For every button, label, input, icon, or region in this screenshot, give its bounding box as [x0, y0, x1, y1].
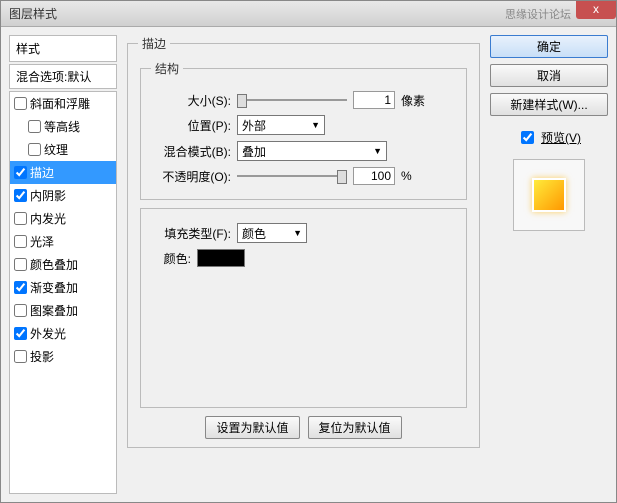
position-label: 位置(P): [151, 117, 231, 134]
cancel-button[interactable]: 取消 [490, 64, 608, 87]
style-checkbox[interactable] [14, 235, 27, 248]
style-item[interactable]: 投影 [10, 345, 116, 368]
style-item[interactable]: 外发光 [10, 322, 116, 345]
position-row: 位置(P): 外部 ▼ [151, 115, 456, 135]
style-item[interactable]: 描边 [10, 161, 116, 184]
style-label: 颜色叠加 [30, 256, 78, 273]
style-checkbox[interactable] [14, 189, 27, 202]
size-label: 大小(S): [151, 92, 231, 109]
layer-style-dialog: 图层样式 思缘设计论坛 x 样式 混合选项:默认 斜面和浮雕等高线纹理描边内阴影… [0, 0, 617, 503]
chevron-down-icon: ▼ [373, 146, 382, 156]
style-item[interactable]: 纹理 [10, 138, 116, 161]
style-item[interactable]: 渐变叠加 [10, 276, 116, 299]
new-style-label: 新建样式(W)... [510, 98, 587, 112]
style-label: 外发光 [30, 325, 66, 342]
style-label: 内阴影 [30, 187, 66, 204]
blend-row: 混合模式(B): 叠加 ▼ [151, 141, 456, 161]
fill-type-value: 颜色 [242, 225, 266, 242]
new-style-button[interactable]: 新建样式(W)... [490, 93, 608, 116]
ok-button[interactable]: 确定 [490, 35, 608, 58]
style-checkbox[interactable] [14, 281, 27, 294]
titlebar: 图层样式 思缘设计论坛 x [1, 1, 616, 27]
style-checkbox[interactable] [28, 143, 41, 156]
preview-toggle[interactable]: 预览(V) [490, 128, 608, 147]
style-item[interactable]: 图案叠加 [10, 299, 116, 322]
blend-dropdown[interactable]: 叠加 ▼ [237, 141, 387, 161]
panel-title: 描边 [138, 35, 170, 52]
fill-fieldset: 填充类型(F): 颜色 ▼ 颜色: [140, 208, 467, 408]
size-slider[interactable] [237, 92, 347, 108]
fill-type-row: 填充类型(F): 颜色 ▼ [151, 223, 456, 243]
size-input[interactable] [353, 91, 395, 109]
style-checkbox[interactable] [14, 350, 27, 363]
fill-type-dropdown[interactable]: 颜色 ▼ [237, 223, 307, 243]
style-label: 内发光 [30, 210, 66, 227]
chevron-down-icon: ▼ [293, 228, 302, 238]
style-item[interactable]: 斜面和浮雕 [10, 92, 116, 115]
style-item[interactable]: 内发光 [10, 207, 116, 230]
chevron-down-icon: ▼ [311, 120, 320, 130]
style-label: 描边 [30, 164, 54, 181]
set-default-button[interactable]: 设置为默认值 [205, 416, 299, 439]
opacity-label: 不透明度(O): [151, 168, 231, 185]
preview-checkbox[interactable] [521, 131, 534, 144]
style-label: 斜面和浮雕 [30, 95, 90, 112]
style-checkbox[interactable] [14, 97, 27, 110]
style-checkbox[interactable] [14, 212, 27, 225]
preview-label: 预览(V) [541, 129, 581, 146]
preview-icon [532, 178, 566, 212]
default-buttons: 设置为默认值 复位为默认值 [138, 416, 469, 439]
position-value: 外部 [242, 117, 266, 134]
blend-label: 混合模式(B): [151, 143, 231, 160]
style-label: 投影 [30, 348, 54, 365]
style-label: 图案叠加 [30, 302, 78, 319]
style-checkbox[interactable] [14, 327, 27, 340]
reset-default-button[interactable]: 复位为默认值 [308, 416, 402, 439]
close-button[interactable]: x [576, 1, 616, 19]
position-dropdown[interactable]: 外部 ▼ [237, 115, 325, 135]
preview-box [513, 159, 585, 231]
middle-panel: 描边 结构 大小(S): 像素 位置(P): 外部 ▼ [125, 35, 482, 494]
style-item[interactable]: 等高线 [10, 115, 116, 138]
color-row: 颜色: [151, 249, 456, 267]
blend-options[interactable]: 混合选项:默认 [9, 64, 117, 89]
style-checkbox[interactable] [14, 166, 27, 179]
structure-title: 结构 [151, 60, 183, 77]
style-checkbox[interactable] [14, 304, 27, 317]
watermark: 思缘设计论坛 [505, 6, 571, 22]
style-item[interactable]: 颜色叠加 [10, 253, 116, 276]
style-item[interactable]: 内阴影 [10, 184, 116, 207]
styles-header[interactable]: 样式 [9, 35, 117, 62]
styles-list: 斜面和浮雕等高线纹理描边内阴影内发光光泽颜色叠加渐变叠加图案叠加外发光投影 [9, 91, 117, 494]
size-unit: 像素 [401, 92, 425, 109]
style-label: 等高线 [44, 118, 80, 135]
opacity-row: 不透明度(O): % [151, 167, 456, 185]
color-swatch[interactable] [197, 249, 245, 267]
color-label: 颜色: [151, 250, 191, 267]
stroke-fieldset: 描边 结构 大小(S): 像素 位置(P): 外部 ▼ [127, 35, 480, 448]
structure-fieldset: 结构 大小(S): 像素 位置(P): 外部 ▼ [140, 60, 467, 200]
style-label: 渐变叠加 [30, 279, 78, 296]
style-label: 光泽 [30, 233, 54, 250]
opacity-unit: % [401, 169, 412, 183]
size-row: 大小(S): 像素 [151, 91, 456, 109]
blend-value: 叠加 [242, 143, 266, 160]
right-panel: 确定 取消 新建样式(W)... 预览(V) [490, 35, 608, 494]
left-panel: 样式 混合选项:默认 斜面和浮雕等高线纹理描边内阴影内发光光泽颜色叠加渐变叠加图… [9, 35, 117, 494]
opacity-slider[interactable] [237, 168, 347, 184]
opacity-input[interactable] [353, 167, 395, 185]
style-item[interactable]: 光泽 [10, 230, 116, 253]
style-label: 纹理 [44, 141, 68, 158]
window-title: 图层样式 [9, 5, 57, 22]
style-checkbox[interactable] [28, 120, 41, 133]
style-checkbox[interactable] [14, 258, 27, 271]
fill-type-label: 填充类型(F): [151, 225, 231, 242]
content: 样式 混合选项:默认 斜面和浮雕等高线纹理描边内阴影内发光光泽颜色叠加渐变叠加图… [1, 27, 616, 502]
